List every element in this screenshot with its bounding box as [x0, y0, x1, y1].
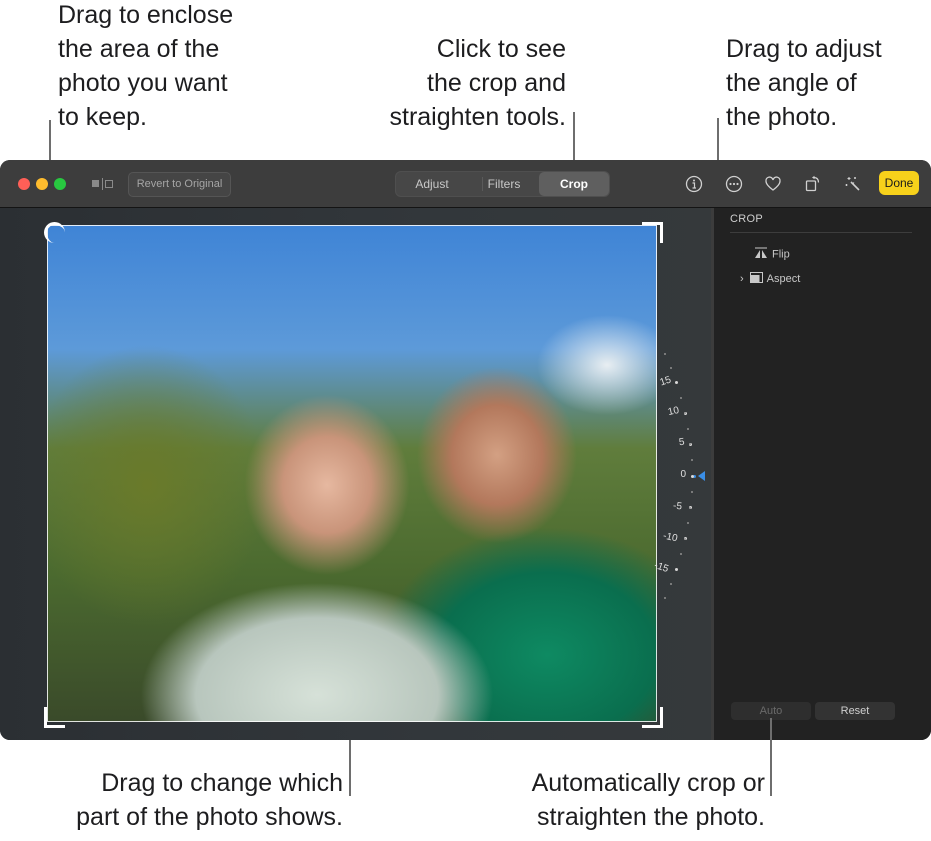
toolbar: Revert to Original Adjust Filters Crop D… — [0, 160, 931, 208]
dial-minor-tick — [670, 582, 673, 585]
compare-icon[interactable] — [92, 178, 114, 190]
sidebar-item-flip[interactable]: Flip — [754, 247, 790, 262]
callout-line: Drag to enclose — [58, 1, 234, 29]
tab-crop[interactable]: Crop — [539, 172, 609, 196]
minimize-window-button[interactable] — [36, 178, 48, 190]
revert-to-original-button[interactable]: Revert to Original — [128, 172, 231, 197]
callout-line: to keep. — [58, 103, 147, 131]
crop-frame[interactable] — [47, 225, 657, 722]
info-icon[interactable] — [684, 174, 704, 194]
dial-label: -10 — [661, 530, 679, 545]
leader-line — [770, 718, 772, 796]
straighten-dial[interactable]: 15 10 5 0 -5 -10 -15 — [650, 352, 710, 600]
compare-after — [105, 180, 113, 188]
dial-minor-tick — [690, 490, 693, 493]
tab-filters[interactable]: Filters — [468, 172, 540, 196]
dial-minor-tick — [687, 522, 690, 525]
callout-crop-area: Drag to enclose the area of the photo yo… — [58, 0, 233, 134]
callout-crop-tab: Click to see the crop and straighten too… — [340, 32, 567, 134]
crop-handle-bottom-right[interactable] — [642, 707, 663, 728]
tab-adjust[interactable]: Adjust — [396, 172, 468, 196]
dial-label: 5 — [678, 437, 685, 449]
dial-minor-tick — [664, 352, 667, 355]
dial-minor-tick — [684, 537, 687, 540]
compare-divider — [102, 178, 103, 190]
dial-label: -5 — [672, 500, 683, 512]
dial-minor-tick — [664, 597, 667, 600]
heart-icon[interactable] — [763, 174, 783, 194]
flip-icon — [754, 247, 768, 262]
callout-line: straighten tools. — [389, 103, 567, 131]
sidebar-section-title: CROP — [730, 213, 763, 225]
fullscreen-window-button[interactable] — [54, 178, 66, 190]
reset-button[interactable]: Reset — [815, 702, 895, 720]
dial-minor-tick — [687, 427, 690, 430]
callout-line: Automatically crop or — [531, 769, 765, 797]
done-button[interactable]: Done — [879, 171, 919, 195]
crop-handle-top-right[interactable] — [642, 222, 663, 243]
dial-label: 15 — [658, 374, 673, 389]
dial-major-tick — [690, 474, 694, 478]
crop-sidebar: CROP Flip › Aspect Auto Reset — [714, 208, 931, 740]
dial-minor-tick — [680, 396, 683, 399]
dial-minor-tick — [680, 553, 683, 556]
more-icon[interactable] — [724, 174, 744, 194]
photo-canvas: 15 10 5 0 -5 -10 -15 — [0, 208, 712, 740]
sidebar-divider — [730, 232, 912, 233]
dial-major-tick — [675, 567, 679, 571]
dial-minor-tick — [670, 367, 673, 370]
edit-mode-tabs: Adjust Filters Crop — [395, 171, 610, 197]
aspect-icon — [749, 272, 763, 286]
sidebar-item-label: Aspect — [766, 272, 801, 285]
callout-angle: Drag to adjust the angle of the photo. — [726, 32, 882, 134]
dial-minor-tick — [690, 459, 693, 462]
compare-before — [92, 180, 99, 187]
dial-label: -15 — [652, 560, 671, 576]
callout-line: Drag to change which — [101, 769, 343, 797]
callout-line: the photo. — [726, 103, 838, 131]
dial-label: 0 — [680, 469, 687, 480]
photos-edit-window: Revert to Original Adjust Filters Crop D… — [0, 160, 931, 740]
callout-line: Drag to adjust — [726, 35, 882, 63]
callout-line: part of the photo shows. — [76, 803, 343, 831]
callout-line: straighten the photo. — [537, 803, 765, 831]
dial-minor-tick — [689, 506, 692, 509]
crop-handle-bottom-left[interactable] — [44, 707, 65, 728]
sidebar-item-aspect[interactable]: › Aspect — [740, 272, 800, 286]
callout-line: photo you want — [58, 69, 228, 97]
rotate-icon[interactable] — [803, 174, 823, 194]
dial-label: 10 — [667, 405, 681, 419]
angle-pointer-icon[interactable] — [698, 471, 705, 481]
sidebar-item-label: Flip — [772, 248, 790, 261]
callout-line: the area of the — [58, 35, 220, 63]
crop-handle-top-left[interactable] — [44, 222, 65, 243]
callout-auto: Automatically crop or straighten the pho… — [470, 766, 765, 834]
callout-line: the angle of — [726, 69, 857, 97]
dial-major-tick — [675, 381, 679, 385]
callout-line: Click to see — [436, 35, 566, 63]
close-window-button[interactable] — [18, 178, 30, 190]
chevron-right-icon[interactable]: › — [740, 273, 744, 285]
callout-move-photo: Drag to change which part of the photo s… — [10, 766, 343, 834]
callout-line: the crop and — [427, 69, 566, 97]
auto-enhance-icon[interactable] — [843, 174, 863, 194]
